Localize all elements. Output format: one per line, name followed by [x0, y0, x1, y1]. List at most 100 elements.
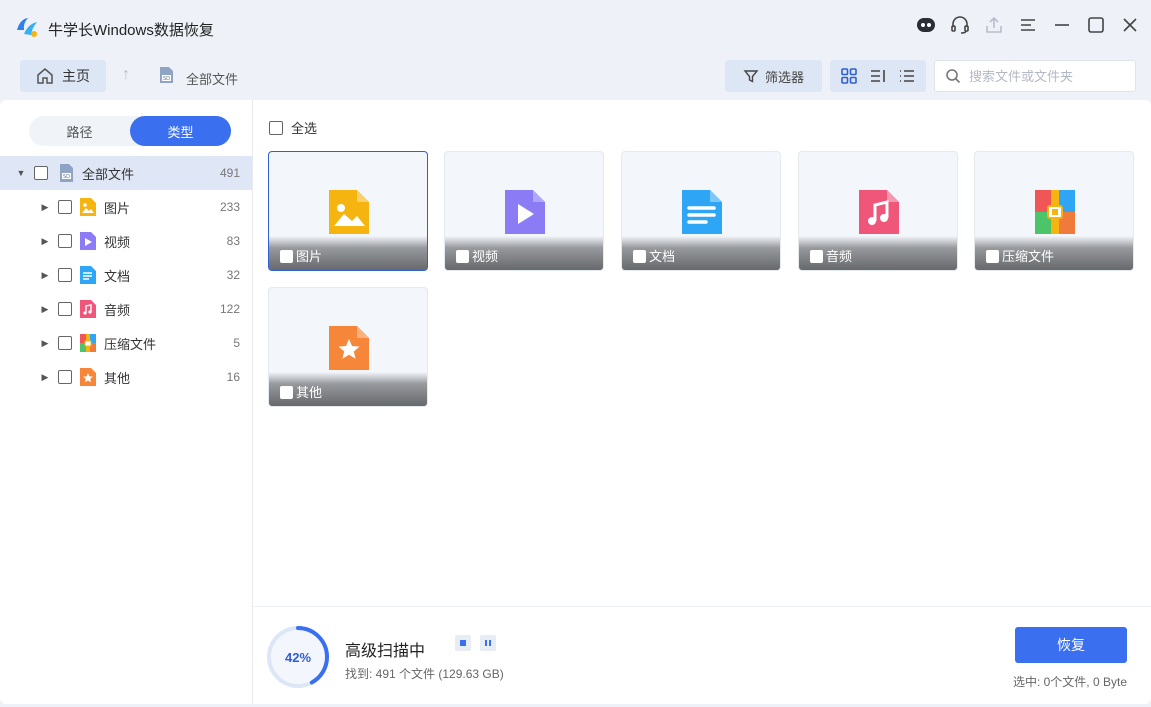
video-icon	[80, 232, 96, 250]
tree-label-other: 其他	[104, 370, 131, 386]
tree-row-audio[interactable]: ▶ 音频 122	[0, 292, 252, 326]
tree-label-videos: 视频	[104, 234, 131, 250]
card-checkbox[interactable]	[280, 386, 293, 399]
scan-progress-label: 42%	[284, 649, 312, 665]
tree-row-archives[interactable]: ▶ 压缩文件 5	[0, 326, 252, 360]
card-footer: 图片	[269, 236, 427, 270]
category-card-documents[interactable]: 文档	[621, 151, 781, 271]
image-icon	[80, 198, 96, 216]
tree-row-all-files[interactable]: ▼ SD 全部文件 491	[0, 156, 252, 190]
all-files-checkbox[interactable]	[34, 166, 48, 180]
list-view-icon[interactable]	[895, 64, 919, 88]
app-logo-icon	[17, 18, 37, 37]
app-window: 牛学长Windows数据恢复 主页 ↑ SD 全部文件 筛选器 搜索文件或文件夹…	[0, 0, 1151, 707]
category-card-audio[interactable]: 音频	[798, 151, 958, 271]
tab-path[interactable]: 路径	[29, 116, 130, 146]
card-label: 视频	[472, 249, 499, 264]
recover-button[interactable]: 恢复	[1015, 627, 1127, 663]
search-input[interactable]	[969, 68, 1129, 84]
minimize-icon[interactable]	[1051, 14, 1073, 36]
title-bar: 牛学长Windows数据恢复	[0, 0, 1151, 52]
home-button[interactable]: 主页	[20, 60, 106, 92]
expand-arrow-icon[interactable]: ▶	[40, 236, 50, 246]
category-card-images[interactable]: 图片	[268, 151, 428, 271]
filter-icon	[743, 70, 759, 83]
collapse-arrow-icon[interactable]: ▼	[16, 168, 26, 178]
card-checkbox[interactable]	[810, 250, 823, 263]
tree-label-documents: 文档	[104, 268, 131, 284]
headset-support-icon[interactable]	[949, 14, 971, 36]
other-icon	[80, 368, 96, 386]
other-checkbox[interactable]	[58, 370, 72, 384]
selected-info: 选中: 0个文件, 0 Byte	[1012, 675, 1127, 689]
stop-scan-button[interactable]	[455, 635, 471, 651]
tree-row-other[interactable]: ▶ 其他 16	[0, 360, 252, 394]
up-arrow-icon[interactable]: ↑	[122, 66, 130, 84]
maximize-icon[interactable]	[1085, 14, 1107, 36]
svg-text:SD: SD	[63, 174, 70, 180]
breadcrumb[interactable]: 全部文件	[186, 69, 238, 88]
assistant-robot-icon[interactable]	[915, 14, 937, 36]
window-controls	[915, 14, 1141, 36]
card-checkbox[interactable]	[633, 250, 646, 263]
archive-icon	[1035, 190, 1075, 234]
pause-scan-button[interactable]	[480, 635, 496, 651]
close-icon[interactable]	[1119, 14, 1141, 36]
scan-footer: 42% 高级扫描中 找到: 491 个文件 (129.63 GB) 恢复 选中:…	[253, 606, 1151, 704]
document-icon	[682, 190, 722, 234]
toolbar: 主页 ↑ SD 全部文件 筛选器	[0, 56, 1151, 96]
card-footer: 音频	[799, 236, 957, 270]
menu-icon[interactable]	[1017, 14, 1039, 36]
tree-count-documents: 32	[226, 268, 240, 282]
filter-button[interactable]: 筛选器	[725, 60, 822, 92]
search-box	[934, 60, 1136, 92]
card-checkbox[interactable]	[280, 250, 293, 263]
expand-arrow-icon[interactable]: ▶	[40, 270, 50, 280]
content-area: 全选 图片 视频 文档 音频 压缩文件 其他	[253, 100, 1151, 606]
archive-icon	[80, 334, 96, 352]
disk-icon: SD	[160, 67, 173, 83]
expand-arrow-icon[interactable]: ▶	[40, 372, 50, 382]
filter-label: 筛选器	[764, 69, 804, 85]
image-icon	[329, 190, 369, 234]
videos-checkbox[interactable]	[58, 234, 72, 248]
category-card-other[interactable]: 其他	[268, 287, 428, 407]
tab-type[interactable]: 类型	[130, 116, 231, 146]
audio-icon	[859, 190, 899, 234]
card-label: 压缩文件	[1002, 249, 1055, 264]
category-card-archives[interactable]: 压缩文件	[974, 151, 1134, 271]
archives-checkbox[interactable]	[58, 336, 72, 350]
card-footer: 压缩文件	[975, 236, 1133, 270]
home-icon	[37, 68, 53, 84]
card-checkbox[interactable]	[986, 250, 999, 263]
select-all[interactable]: 全选	[269, 118, 317, 137]
stop-icon	[460, 640, 466, 646]
view-mode-group	[830, 60, 926, 92]
grid-view-icon[interactable]	[837, 64, 861, 88]
tree-label-audio: 音频	[104, 302, 131, 318]
tree-row-images[interactable]: ▶ 图片 233	[0, 190, 252, 224]
category-card-videos[interactable]: 视频	[444, 151, 604, 271]
select-all-checkbox[interactable]	[269, 120, 283, 135]
tree-row-videos[interactable]: ▶ 视频 83	[0, 224, 252, 258]
card-label: 文档	[649, 249, 676, 264]
share-export-icon[interactable]	[983, 14, 1005, 36]
tree-count-images: 233	[219, 200, 240, 214]
images-checkbox[interactable]	[58, 200, 72, 214]
tree-count-audio: 122	[219, 302, 240, 316]
card-checkbox[interactable]	[456, 250, 469, 263]
card-label: 其他	[296, 385, 323, 400]
view-segment-control: 路径 类型	[29, 116, 231, 146]
audio-checkbox[interactable]	[58, 302, 72, 316]
detail-list-view-icon[interactable]	[866, 64, 890, 88]
expand-arrow-icon[interactable]: ▶	[40, 304, 50, 314]
card-label: 图片	[296, 249, 323, 264]
expand-arrow-icon[interactable]: ▶	[40, 338, 50, 348]
tree-row-documents[interactable]: ▶ 文档 32	[0, 258, 252, 292]
app-title: 牛学长Windows数据恢复	[48, 22, 214, 39]
card-label: 音频	[826, 249, 853, 264]
tree-label-archives: 压缩文件	[104, 336, 157, 352]
expand-arrow-icon[interactable]: ▶	[40, 202, 50, 212]
scan-found-text: 找到: 491 个文件 (129.63 GB)	[345, 667, 504, 681]
documents-checkbox[interactable]	[58, 268, 72, 282]
